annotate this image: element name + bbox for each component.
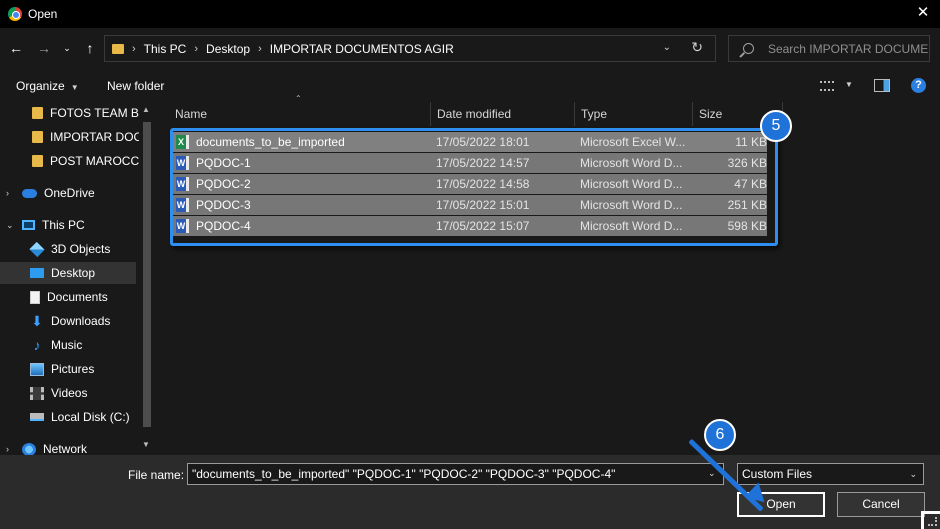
sidebar-item-documents[interactable]: Documents [30, 286, 155, 308]
back-arrow-icon[interactable]: ← [6, 38, 26, 58]
file-type-select[interactable]: Custom Files ⌄ [737, 463, 924, 485]
view-chevron-down-icon[interactable]: ▼ [845, 80, 853, 89]
chrome-icon [8, 7, 22, 21]
expand-chevron-icon[interactable]: › [6, 188, 9, 198]
expand-chevron-icon[interactable]: › [6, 444, 9, 454]
breadcrumb-this-pc[interactable]: This PC [144, 42, 187, 56]
network-icon [22, 442, 36, 455]
collapse-chevron-icon[interactable]: ⌄ [6, 220, 14, 231]
documents-icon [30, 290, 40, 304]
pictures-icon [30, 362, 44, 376]
sidebar-item-label: This PC [42, 218, 85, 232]
selection-highlight-annotation [170, 128, 778, 246]
sidebar-item-onedrive[interactable]: OneDrive [22, 182, 155, 204]
step-badge-5: 5 [760, 110, 792, 142]
file-name-label: File name: [128, 468, 185, 482]
music-icon: ♪ [33, 336, 41, 353]
navigation-bar: ← → ⌄ ↑ › This PC › Desktop › IMPORTAR D… [0, 28, 940, 70]
organize-label: Organize [16, 79, 65, 93]
sidebar-item-local-disk[interactable]: Local Disk (C:) [30, 406, 155, 428]
3d-objects-icon [29, 241, 45, 257]
sidebar-item-label: Music [51, 338, 83, 352]
column-header-name[interactable]: Name [169, 102, 431, 126]
file-name-field[interactable]: "documents_to_be_imported" "PQDOC-1" "PQ… [187, 463, 724, 485]
dialog-footer: File name: "documents_to_be_imported" "P… [0, 455, 940, 529]
sidebar-item-importar-docu[interactable]: IMPORTAR DOCU [32, 126, 155, 148]
sidebar-item-label: 3D Objects [51, 242, 111, 256]
breadcrumb-separator[interactable]: › [194, 43, 198, 55]
navigation-pane: FOTOS TEAM BU IMPORTAR DOCU POST MAROCCO… [0, 102, 155, 455]
window-title: Open [28, 7, 58, 21]
refresh-icon[interactable]: ↻ [691, 39, 703, 56]
sidebar-item-label: Pictures [51, 362, 95, 376]
sidebar-item-label: IMPORTAR DOCU [50, 130, 151, 144]
sidebar-item-desktop[interactable]: Desktop [0, 262, 136, 284]
videos-icon [30, 386, 44, 400]
scroll-up-icon[interactable]: ▲ [142, 105, 150, 114]
up-arrow-icon[interactable]: ↑ [80, 38, 100, 58]
folder-icon [32, 131, 43, 143]
folder-icon [112, 43, 124, 54]
scroll-down-icon[interactable]: ▼ [142, 440, 150, 449]
sidebar-scrollbar[interactable]: ▲ ▼ [139, 102, 154, 455]
column-header-date-modified[interactable]: Date modified [431, 102, 575, 126]
sidebar-item-label: Local Disk (C:) [51, 410, 130, 424]
new-folder-button[interactable]: New folder [107, 79, 164, 93]
sidebar-item-label: Videos [51, 386, 88, 400]
sidebar-item-downloads[interactable]: ⬇ Downloads [30, 310, 155, 332]
sidebar-item-label: Network [43, 442, 88, 455]
chevron-down-icon: ▼ [70, 83, 79, 92]
local-disk-icon [30, 413, 44, 421]
resize-grip-icon[interactable] [928, 517, 937, 526]
recent-locations-chevron-icon[interactable]: ⌄ [60, 38, 74, 58]
cancel-button[interactable]: Cancel [837, 492, 925, 517]
search-box[interactable]: Search IMPORTAR DOCUME... [728, 35, 930, 62]
breadcrumb-desktop[interactable]: Desktop [206, 42, 250, 56]
close-icon[interactable]: ✕ [914, 4, 932, 22]
sidebar-item-label: Desktop [51, 266, 96, 280]
sidebar-item-this-pc[interactable]: This PC [22, 214, 155, 236]
sidebar-item-fotos-team[interactable]: FOTOS TEAM BU [32, 102, 155, 124]
breadcrumb-separator[interactable]: › [258, 43, 262, 55]
organize-button[interactable]: Organize ▼ [16, 79, 79, 93]
sidebar-item-pictures[interactable]: Pictures [30, 358, 155, 380]
folder-icon [32, 107, 43, 119]
this-pc-icon [22, 220, 35, 230]
sidebar-item-music[interactable]: ♪ Music [30, 334, 155, 356]
column-header-type[interactable]: Type [575, 102, 693, 126]
breadcrumb-separator: › [132, 42, 136, 55]
folder-icon [32, 155, 43, 167]
sidebar-item-videos[interactable]: Videos [30, 382, 155, 404]
search-input[interactable]: Search IMPORTAR DOCUME... [768, 42, 929, 56]
sidebar-item-post-marocco[interactable]: POST MAROCCO [32, 150, 155, 172]
view-options-icon[interactable] [820, 81, 834, 91]
sidebar-item-label: POST MAROCCO [50, 154, 149, 168]
desktop-icon [30, 268, 44, 278]
address-bar[interactable]: › This PC › Desktop › IMPORTAR DOCUMENTO… [104, 35, 716, 62]
help-icon[interactable]: ? [911, 78, 926, 93]
sidebar-item-label: OneDrive [44, 186, 95, 200]
sidebar-item-label: Documents [47, 290, 108, 304]
breadcrumb-current-folder[interactable]: IMPORTAR DOCUMENTOS AGIR [270, 42, 454, 56]
sidebar-item-network[interactable]: Network [22, 438, 155, 455]
address-dropdown-icon[interactable]: ⌄ [663, 42, 671, 53]
command-bar: Organize ▼ New folder ▼ ? [0, 70, 940, 102]
step-badge-6: 6 [704, 419, 736, 451]
sidebar-item-label: FOTOS TEAM BU [50, 106, 148, 120]
search-icon [743, 43, 754, 54]
downloads-icon: ⬇ [31, 312, 43, 329]
sidebar-item-3d-objects[interactable]: 3D Objects [29, 238, 155, 260]
sidebar-item-label: Downloads [51, 314, 111, 328]
onedrive-icon [22, 188, 37, 198]
preview-pane-icon[interactable] [874, 79, 890, 92]
title-bar: Open ✕ [0, 0, 940, 28]
forward-arrow-icon[interactable]: → [34, 38, 54, 58]
file-type-value: Custom Files [742, 467, 813, 481]
scrollbar-thumb[interactable] [143, 122, 151, 427]
chevron-down-icon: ⌄ [909, 469, 917, 479]
file-name-dropdown-icon[interactable]: ⌄ [708, 468, 716, 479]
